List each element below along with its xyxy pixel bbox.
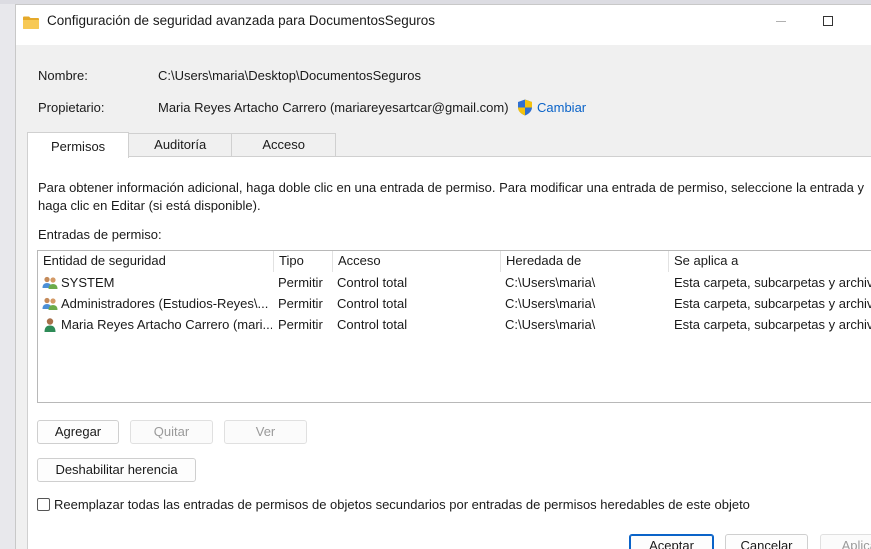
tab-strip: Permisos Auditoría Acceso efectivo xyxy=(27,132,337,174)
folder-icon xyxy=(23,16,39,29)
principal-cell: Administradores (Estudios-Reyes\... xyxy=(42,293,272,314)
applies-cell: Esta carpeta, subcarpetas y archiv... xyxy=(674,317,871,332)
type-cell: Permitir xyxy=(278,296,323,311)
column-header-inherited-from[interactable]: Heredada de xyxy=(501,251,669,272)
remove-button[interactable]: Quitar xyxy=(130,420,213,444)
type-cell: Permitir xyxy=(278,275,323,290)
title-bar[interactable]: Configuración de seguridad avanzada para… xyxy=(16,5,871,45)
maximize-button[interactable] xyxy=(805,5,851,37)
principal-name: SYSTEM xyxy=(61,275,115,290)
inherited-cell: C:\Users\maria\ xyxy=(505,296,596,311)
uac-shield-icon xyxy=(518,99,532,116)
tab-effective-access[interactable]: Acceso efectivo xyxy=(231,133,337,174)
access-cell: Control total xyxy=(337,317,408,332)
column-header-principal[interactable]: Entidad de seguridad xyxy=(38,251,274,272)
minimize-icon xyxy=(776,20,786,22)
tab-auditing[interactable]: Auditoría xyxy=(128,133,233,157)
disable-inheritance-button[interactable]: Deshabilitar herencia xyxy=(37,458,196,482)
group-icon xyxy=(42,276,58,289)
maximize-icon xyxy=(823,16,833,26)
principal-cell: SYSTEM xyxy=(42,272,272,293)
access-cell: Control total xyxy=(337,275,408,290)
group-icon xyxy=(42,297,58,310)
change-owner[interactable]: Cambiar xyxy=(517,99,586,116)
name-label: Nombre: xyxy=(38,68,88,83)
replace-child-permissions-checkbox[interactable] xyxy=(37,498,50,511)
apply-button[interactable]: Aplicar xyxy=(820,534,871,549)
applies-cell: Esta carpeta, subcarpetas y archiv... xyxy=(674,296,871,311)
column-header-access[interactable]: Acceso xyxy=(333,251,501,272)
ok-button[interactable]: Aceptar xyxy=(629,534,714,549)
window-title: Configuración de seguridad avanzada para… xyxy=(47,13,435,28)
principal-name: Maria Reyes Artacho Carrero (mari... xyxy=(61,317,272,332)
inherited-cell: C:\Users\maria\ xyxy=(505,275,596,290)
column-header-type[interactable]: Tipo xyxy=(274,251,333,272)
applies-cell: Esta carpeta, subcarpetas y archiv... xyxy=(674,275,871,290)
info-text: Para obtener información adicional, haga… xyxy=(38,180,864,213)
advanced-security-window: Configuración de seguridad avanzada para… xyxy=(15,4,871,549)
add-button[interactable]: Agregar xyxy=(37,420,119,444)
cancel-button[interactable]: Cancelar xyxy=(725,534,808,549)
principal-name: Administradores (Estudios-Reyes\... xyxy=(61,296,269,311)
replace-child-permissions[interactable]: Reemplazar todas las entradas de permiso… xyxy=(37,497,750,512)
table-row[interactable]: Maria Reyes Artacho Carrero (mari... Per… xyxy=(38,314,871,335)
list-header: Entidad de seguridad Tipo Acceso Heredad… xyxy=(38,251,871,272)
view-button[interactable]: Ver xyxy=(224,420,307,444)
user-icon xyxy=(44,317,56,332)
tab-permissions[interactable]: Permisos xyxy=(27,132,130,158)
column-header-applies-to[interactable]: Se aplica a xyxy=(669,251,871,272)
owner-label: Propietario: xyxy=(38,100,105,115)
name-value: C:\Users\maria\Desktop\DocumentosSeguros xyxy=(158,68,421,83)
table-row[interactable]: Administradores (Estudios-Reyes\... Perm… xyxy=(38,293,871,314)
change-owner-link[interactable]: Cambiar xyxy=(537,100,586,115)
table-row[interactable]: SYSTEM Permitir Control total C:\Users\m… xyxy=(38,272,871,293)
owner-value: Maria Reyes Artacho Carrero (mariareyesa… xyxy=(158,100,509,115)
replace-child-permissions-label: Reemplazar todas las entradas de permiso… xyxy=(54,497,750,512)
inherited-cell: C:\Users\maria\ xyxy=(505,317,596,332)
type-cell: Permitir xyxy=(278,317,323,332)
desktop-background xyxy=(0,0,15,549)
permission-entries-list[interactable]: Entidad de seguridad Tipo Acceso Heredad… xyxy=(37,250,871,403)
access-cell: Control total xyxy=(337,296,408,311)
permission-entries-label: Entradas de permiso: xyxy=(38,227,162,242)
principal-cell: Maria Reyes Artacho Carrero (mari... xyxy=(42,314,272,335)
minimize-button[interactable] xyxy=(758,5,804,37)
permissions-panel: Para obtener información adicional, haga… xyxy=(27,156,871,549)
